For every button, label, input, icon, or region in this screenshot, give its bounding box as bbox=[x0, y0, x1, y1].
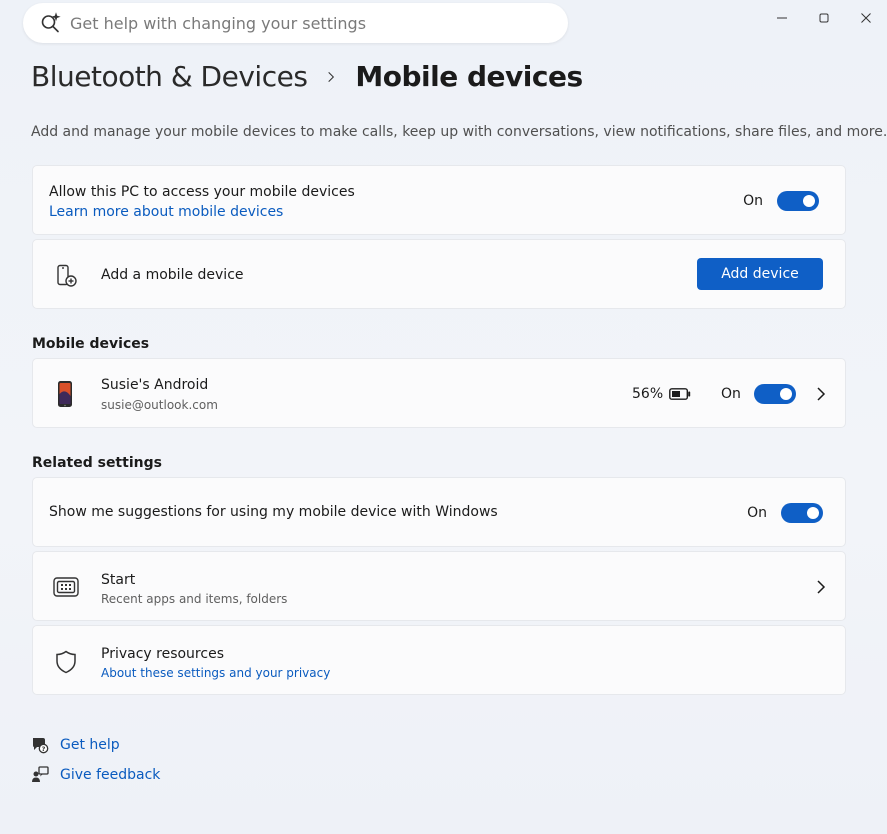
learn-more-link[interactable]: Learn more about mobile devices bbox=[49, 204, 283, 220]
android-phone-icon bbox=[58, 381, 72, 407]
access-toggle[interactable] bbox=[777, 191, 819, 211]
privacy-card: Privacy resources About these settings a… bbox=[32, 625, 846, 695]
maximize-button[interactable] bbox=[803, 0, 845, 36]
breadcrumb: Bluetooth & Devices Mobile devices bbox=[31, 60, 583, 93]
window-controls bbox=[761, 0, 887, 36]
page-title: Mobile devices bbox=[355, 60, 583, 93]
add-phone-icon bbox=[57, 264, 77, 287]
device-email: susie@outlook.com bbox=[101, 398, 218, 412]
shield-icon bbox=[56, 650, 76, 674]
add-device-button[interactable]: Add device bbox=[697, 258, 823, 290]
add-device-title: Add a mobile device bbox=[101, 267, 244, 283]
maximize-icon bbox=[819, 13, 829, 23]
device-toggle-group: On bbox=[721, 384, 796, 404]
help-chat-icon: ? bbox=[33, 738, 49, 754]
chevron-right-icon bbox=[319, 65, 343, 89]
give-feedback-link[interactable]: Give feedback bbox=[31, 766, 160, 784]
chevron-right-icon[interactable] bbox=[813, 386, 829, 402]
search-input[interactable] bbox=[70, 13, 540, 33]
device-name: Susie's Android bbox=[101, 377, 209, 393]
access-toggle-label: On bbox=[743, 193, 763, 209]
breadcrumb-parent[interactable]: Bluetooth & Devices bbox=[31, 60, 308, 93]
access-title: Allow this PC to access your mobile devi… bbox=[49, 184, 355, 200]
suggestions-toggle[interactable] bbox=[781, 503, 823, 523]
privacy-link[interactable]: About these settings and your privacy bbox=[101, 666, 330, 680]
toggle-knob bbox=[803, 195, 815, 207]
give-feedback-label: Give feedback bbox=[60, 767, 161, 783]
search-box[interactable] bbox=[23, 3, 568, 43]
suggestions-toggle-label: On bbox=[747, 505, 767, 521]
get-help-link[interactable]: ? Get help bbox=[31, 736, 120, 754]
start-title: Start bbox=[101, 572, 136, 588]
section-related-settings: Related settings bbox=[32, 455, 162, 471]
close-button[interactable] bbox=[845, 0, 887, 36]
section-mobile-devices: Mobile devices bbox=[32, 336, 150, 352]
minimize-icon bbox=[777, 17, 787, 19]
add-device-card: Add a mobile device Add device bbox=[32, 239, 846, 309]
access-card: Allow this PC to access your mobile devi… bbox=[32, 165, 846, 235]
close-icon bbox=[861, 13, 871, 23]
suggestions-toggle-group: On bbox=[747, 503, 823, 523]
privacy-title: Privacy resources bbox=[101, 646, 224, 662]
suggestions-title: Show me suggestions for using my mobile … bbox=[49, 504, 498, 520]
battery-icon bbox=[669, 388, 691, 400]
battery-percent: 56% bbox=[632, 386, 664, 402]
minimize-button[interactable] bbox=[761, 0, 803, 36]
device-toggle[interactable] bbox=[753, 384, 796, 404]
device-toggle-label: On bbox=[721, 386, 741, 402]
device-card[interactable]: Susie's Android susie@outlook.com 56% On bbox=[32, 358, 846, 428]
start-subtitle: Recent apps and items, folders bbox=[101, 592, 288, 606]
access-toggle-group: On bbox=[743, 191, 819, 211]
feedback-icon bbox=[32, 766, 49, 782]
page-description: Add and manage your mobile devices to ma… bbox=[31, 124, 887, 140]
chevron-right-icon[interactable] bbox=[813, 579, 829, 595]
battery-status: 56% bbox=[632, 386, 691, 402]
search-sparkle-icon bbox=[41, 12, 61, 33]
toggle-knob bbox=[807, 507, 819, 519]
toggle-knob bbox=[779, 388, 792, 400]
start-menu-icon bbox=[53, 577, 79, 597]
get-help-label: Get help bbox=[60, 737, 120, 753]
start-card[interactable]: Start Recent apps and items, folders bbox=[32, 551, 846, 621]
suggestions-card: Show me suggestions for using my mobile … bbox=[32, 477, 846, 547]
svg-text:?: ? bbox=[42, 745, 46, 753]
